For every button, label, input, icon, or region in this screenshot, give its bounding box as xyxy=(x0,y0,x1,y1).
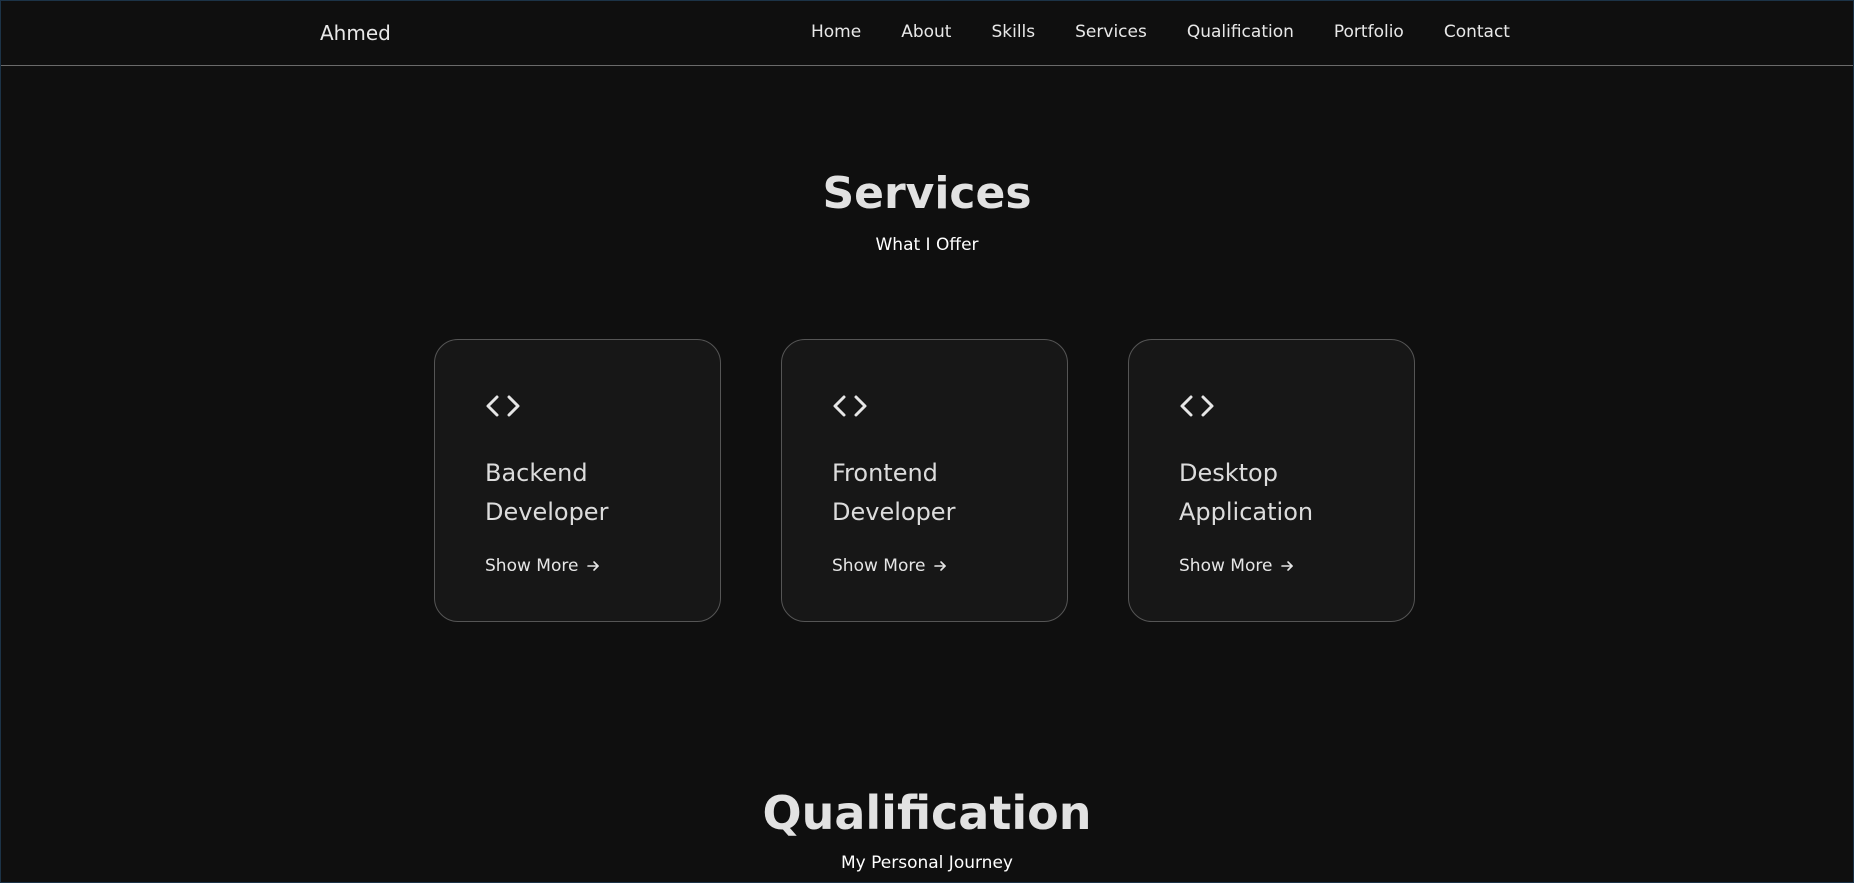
show-more-button[interactable]: Show More xyxy=(832,556,947,576)
nav-item-skills[interactable]: Skills xyxy=(991,22,1035,42)
main-nav: Home About Skills Services Qualification… xyxy=(811,22,1510,42)
service-card-title: Backend Developer xyxy=(485,459,609,526)
service-card-title: Frontend Developer xyxy=(832,459,956,526)
show-more-label: Show More xyxy=(485,556,579,576)
nav-item-about[interactable]: About xyxy=(901,22,951,42)
code-icon xyxy=(486,395,520,417)
service-card-desktop: Desktop Application Show More xyxy=(1128,339,1415,622)
code-icon xyxy=(1180,395,1214,417)
logo-link[interactable]: Ahmed xyxy=(320,21,391,45)
service-card-backend: Backend Developer Show More xyxy=(434,339,721,622)
services-title: Services xyxy=(822,168,1032,219)
nav-item-qualification[interactable]: Qualification xyxy=(1187,22,1294,42)
arrow-right-icon xyxy=(934,561,947,571)
qualification-subtitle: My Personal Journey xyxy=(841,853,1013,873)
arrow-right-icon xyxy=(1281,561,1294,571)
show-more-label: Show More xyxy=(1179,556,1273,576)
show-more-label: Show More xyxy=(832,556,926,576)
qualification-title: Qualification xyxy=(762,786,1092,840)
arrow-right-icon xyxy=(587,561,600,571)
nav-item-contact[interactable]: Contact xyxy=(1444,22,1510,42)
show-more-button[interactable]: Show More xyxy=(1179,556,1294,576)
show-more-button[interactable]: Show More xyxy=(485,556,600,576)
services-cards: Backend Developer Show More Frontend Dev… xyxy=(434,339,1415,622)
service-card-frontend: Frontend Developer Show More xyxy=(781,339,1068,622)
nav-item-home[interactable]: Home xyxy=(811,22,861,42)
code-icon xyxy=(833,395,867,417)
nav-item-services[interactable]: Services xyxy=(1075,22,1147,42)
services-subtitle: What I Offer xyxy=(875,235,979,255)
nav-item-portfolio[interactable]: Portfolio xyxy=(1334,22,1404,42)
service-card-title: Desktop Application xyxy=(1179,459,1314,526)
site-header: Ahmed Home About Skills Services Qualifi… xyxy=(0,0,1854,66)
